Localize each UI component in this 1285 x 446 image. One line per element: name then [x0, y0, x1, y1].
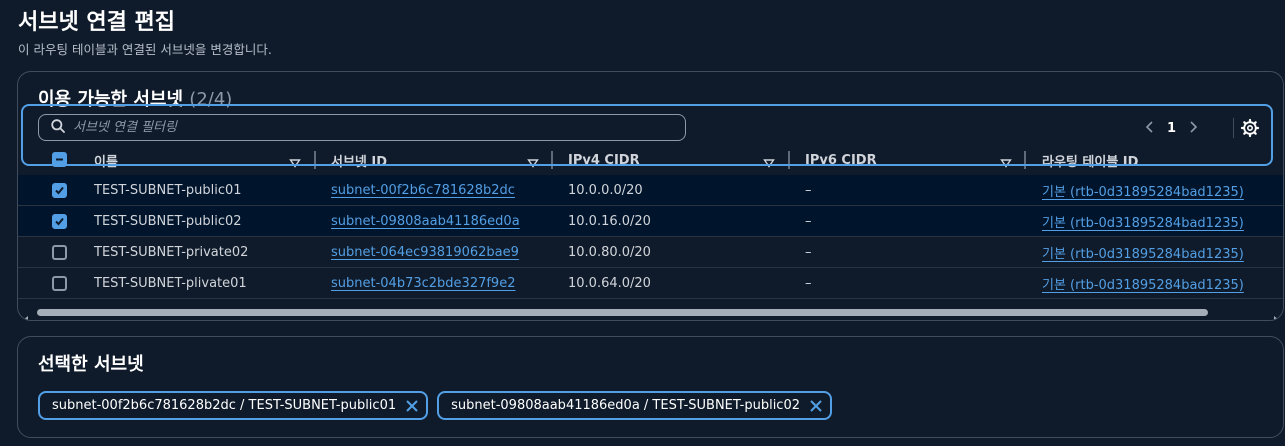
- token-label: subnet-09808aab41186ed0a / TEST-SUBNET-p…: [451, 398, 800, 413]
- selected-subnets-panel: 선택한 서브넷 subnet-00f2b6c781628b2dc / TEST-…: [17, 336, 1284, 438]
- subnet-id-link[interactable]: subnet-09808aab41186ed0a: [331, 214, 520, 229]
- close-icon[interactable]: [808, 398, 824, 414]
- route-table-link[interactable]: 기본 (rtb-0d31895284bad1235): [1042, 243, 1244, 262]
- row-checkbox[interactable]: [52, 276, 67, 291]
- column-header-name[interactable]: 이름: [94, 148, 118, 172]
- column-divider[interactable]: [551, 151, 553, 169]
- table-row[interactable]: TEST-SUBNET-private02 subnet-064ec938190…: [18, 237, 1283, 268]
- sort-icon[interactable]: [527, 154, 539, 168]
- row-checkbox[interactable]: [52, 245, 67, 260]
- page-title: 서브넷 연결 편집: [18, 10, 175, 35]
- row-ipv4: 10.0.16.0/20: [568, 214, 651, 229]
- subnet-id-link[interactable]: subnet-04b73c2bde327f9e2: [331, 276, 515, 291]
- table-header: 이름 서브넷 ID IPv4 CIDR IPv6 CIDR 라우팅 테이블 ID: [18, 148, 1283, 172]
- check-icon: [55, 186, 64, 195]
- table-row[interactable]: TEST-SUBNET-public01 subnet-00f2b6c78162…: [18, 175, 1283, 206]
- sort-icon[interactable]: [1000, 154, 1012, 168]
- token-label: subnet-00f2b6c781628b2dc / TEST-SUBNET-p…: [52, 398, 397, 413]
- row-ipv4: 10.0.64.0/20: [568, 276, 651, 291]
- check-icon: [55, 217, 64, 226]
- selected-subnet-token: subnet-09808aab41186ed0a / TEST-SUBNET-p…: [437, 391, 832, 420]
- row-ipv4: 10.0.0.0/20: [568, 183, 643, 198]
- row-ipv4: 10.0.80.0/20: [568, 245, 651, 260]
- subnet-id-link[interactable]: subnet-064ec93819062bae9: [331, 245, 519, 260]
- row-ipv6: –: [805, 214, 812, 229]
- row-checkbox[interactable]: [52, 214, 67, 229]
- chevron-right-icon[interactable]: [1188, 119, 1198, 138]
- selected-token-list: subnet-00f2b6c781628b2dc / TEST-SUBNET-p…: [38, 391, 832, 420]
- row-ipv6: –: [805, 183, 812, 198]
- horizontal-scrollbar[interactable]: [18, 306, 1283, 320]
- subnet-filter[interactable]: [38, 114, 686, 141]
- available-subnets-heading: 이용 가능한 서브넷 (2/4): [38, 85, 232, 111]
- row-name: TEST-SUBNET-private02: [94, 245, 249, 260]
- row-name: TEST-SUBNET-public01: [94, 183, 242, 198]
- scrollbar-thumb[interactable]: [37, 309, 1208, 316]
- column-divider[interactable]: [314, 151, 316, 169]
- select-all-checkbox[interactable]: [52, 152, 67, 167]
- row-name: TEST-SUBNET-plivate01: [94, 276, 247, 291]
- column-divider[interactable]: [788, 151, 790, 169]
- available-subnets-count: (2/4): [189, 89, 233, 110]
- subnet-filter-input[interactable]: [73, 120, 653, 135]
- table-row[interactable]: TEST-SUBNET-public02 subnet-09808aab4118…: [18, 206, 1283, 237]
- route-table-link[interactable]: 기본 (rtb-0d31895284bad1235): [1042, 274, 1244, 293]
- chevron-left-icon[interactable]: [1145, 119, 1155, 138]
- column-header-subnet-id[interactable]: 서브넷 ID: [331, 148, 387, 172]
- pagination: 1: [1145, 116, 1198, 140]
- row-ipv6: –: [805, 245, 812, 260]
- selected-subnet-token: subnet-00f2b6c781628b2dc / TEST-SUBNET-p…: [38, 391, 429, 420]
- column-divider[interactable]: [1024, 151, 1026, 169]
- route-table-link[interactable]: 기본 (rtb-0d31895284bad1235): [1042, 181, 1244, 200]
- search-icon: [51, 118, 65, 137]
- column-header-route-table[interactable]: 라우팅 테이블 ID: [1042, 148, 1138, 172]
- row-checkbox[interactable]: [52, 183, 67, 198]
- row-name: TEST-SUBNET-public02: [94, 214, 242, 229]
- close-icon[interactable]: [404, 398, 420, 414]
- selected-subnets-title: 선택한 서브넷: [38, 354, 144, 375]
- table-row[interactable]: TEST-SUBNET-plivate01 subnet-04b73c2bde3…: [18, 268, 1283, 299]
- pager-divider: [1233, 118, 1234, 138]
- page-number[interactable]: 1: [1167, 121, 1176, 136]
- column-header-ipv4[interactable]: IPv4 CIDR: [568, 148, 640, 172]
- sort-icon[interactable]: [289, 154, 301, 168]
- sort-icon[interactable]: [763, 154, 775, 168]
- row-ipv6: –: [805, 276, 812, 291]
- subnet-id-link[interactable]: subnet-00f2b6c781628b2dc: [331, 183, 515, 198]
- page-description: 이 라우팅 테이블과 연결된 서브넷을 변경합니다.: [18, 42, 272, 57]
- scroll-right-icon[interactable]: [1272, 309, 1280, 320]
- route-table-link[interactable]: 기본 (rtb-0d31895284bad1235): [1042, 212, 1244, 231]
- available-subnets-panel: 이용 가능한 서브넷 (2/4) 1: [17, 71, 1284, 321]
- scroll-left-icon[interactable]: [22, 309, 30, 320]
- available-subnets-title: 이용 가능한 서브넷: [38, 89, 184, 110]
- column-header-ipv6[interactable]: IPv6 CIDR: [805, 148, 877, 172]
- gear-icon[interactable]: [1240, 118, 1260, 138]
